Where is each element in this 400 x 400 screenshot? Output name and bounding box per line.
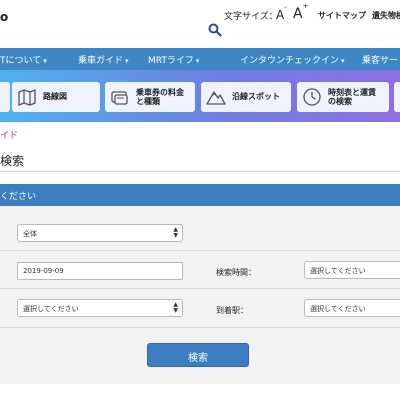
quick-link-partial[interactable] [0, 82, 10, 112]
font-decrease-letter: A [276, 8, 285, 22]
quick-link-attractions[interactable]: 沿線スポット [201, 82, 291, 112]
clock-icon [303, 88, 321, 106]
font-decrease-sign: - [284, 4, 287, 12]
font-decrease-button[interactable]: A- [276, 4, 287, 22]
ticket-icon [111, 91, 128, 105]
row-divider [0, 327, 400, 328]
quick-link-partial[interactable] [394, 82, 400, 112]
font-increase-sign: + [302, 2, 309, 11]
quick-link-timetable-search[interactable]: 時刻表と運賃 の検索 [297, 82, 389, 112]
nav-item-label: Tについて [0, 56, 42, 66]
top-header: o 文字サイズ： A- A+ サイトマップ 遺失物検 [0, 0, 400, 48]
row-divider [0, 288, 400, 289]
search-time-label: 検索時間： [216, 268, 256, 277]
mountain-icon [206, 91, 226, 105]
quick-link-label: 路線図 [43, 92, 67, 102]
search-button[interactable]: 検索 [147, 343, 249, 367]
search-panel: ください 全体 ▲ ▼ 2019-09-09 検索時間： 選択してください 選択し… [0, 184, 400, 384]
font-increase-letter: A [293, 6, 303, 22]
font-increase-button[interactable]: A+ [293, 2, 308, 22]
quick-link-route-map[interactable]: 路線図 [12, 82, 100, 112]
quick-link-label: 沿線スポット [232, 92, 280, 102]
quick-link-label: 乗車券の料金 と種類 [136, 87, 184, 106]
chevron-down-icon: ▾ [125, 57, 129, 65]
nav-item-about[interactable]: Tについて ▾ [0, 53, 47, 66]
departure-station-select-value: 選択してください [23, 305, 79, 313]
date-input-value: 2019-09-09 [23, 267, 64, 275]
font-size-label: 文字サイズ： [224, 12, 278, 22]
nav-item-mrt-life[interactable]: MRTライフ ▾ [148, 53, 199, 66]
departure-station-select[interactable]: 選択してください ▲ ▼ [17, 299, 183, 317]
arrival-station-select-value: 選択してください [310, 305, 366, 313]
arrival-station-label: 到着駅： [216, 306, 248, 315]
nav-item-in-town-checkin[interactable]: インタウンチェックイン ▾ [240, 53, 345, 66]
nav-item-label: 乗客サー [362, 56, 399, 66]
line-select[interactable]: 全体 ▲ ▼ [17, 224, 183, 242]
breadcrumb[interactable]: イド [0, 128, 18, 141]
chevron-down-icon: ▾ [195, 57, 200, 65]
search-time-select-value: 選択してください [310, 267, 366, 275]
panel-header: ください [0, 184, 400, 206]
search-time-select[interactable]: 選択してください [304, 261, 400, 279]
nav-item-ride-guide[interactable]: 乗車ガイド ▾ [78, 53, 129, 66]
line-select-value: 全体 [23, 230, 37, 238]
search-icon[interactable] [208, 23, 222, 37]
map-icon [18, 89, 36, 106]
nav-item-label: 乗車ガイド [78, 56, 124, 66]
lost-found-link[interactable]: 遺失物検 [372, 10, 400, 21]
date-input[interactable]: 2019-09-09 [17, 262, 183, 280]
chevron-down-icon: ▾ [43, 57, 47, 65]
select-arrows-icon: ▲ ▼ [173, 226, 178, 239]
row-divider [0, 250, 400, 251]
nav-item-label: インタウンチェックイン [240, 56, 340, 66]
nav-item-passenger-service[interactable]: 乗客サー [362, 53, 398, 66]
nav-item-label: MRTライフ [148, 56, 194, 66]
main-nav: Tについて ▾ 乗車ガイド ▾ MRTライフ ▾ インタウンチェックイン ▾ 乗客サー [0, 48, 400, 70]
divider [0, 171, 400, 172]
quick-link-label: 時刻表と運賃 の検索 [328, 87, 376, 106]
search-button-label: 検索 [188, 353, 208, 364]
select-arrows-icon: ▲ ▼ [173, 301, 178, 314]
page-title: 検索 [0, 154, 25, 168]
chevron-down-icon: ▾ [341, 57, 345, 65]
sitemap-link[interactable]: サイトマップ [318, 10, 366, 21]
quick-link-ticket-fares[interactable]: 乗車券の料金 と種類 [105, 82, 195, 112]
quick-links-bar: 路線図 乗車券の料金 と種類 沿線スポット 時刻表と運賃 の検索 [0, 70, 400, 122]
panel-header-text: ください [0, 192, 37, 202]
site-logo[interactable]: o [0, 10, 8, 24]
arrival-station-select[interactable]: 選択してください [304, 299, 400, 317]
